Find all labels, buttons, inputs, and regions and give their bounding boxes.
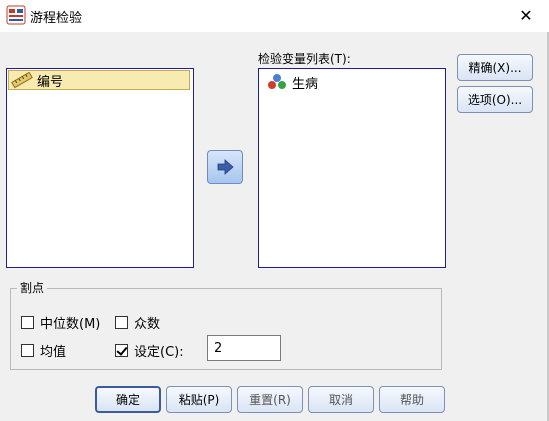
mean-option[interactable]: 均值 (21, 341, 67, 360)
nominal-balls-icon (268, 74, 286, 89)
close-button[interactable]: ✕ (503, 0, 549, 30)
close-icon: ✕ (519, 5, 533, 25)
list-item[interactable]: 编号 (8, 70, 190, 90)
title-bar: 游程检验 ✕ (0, 0, 549, 32)
mode-option[interactable]: 众数 (115, 313, 161, 332)
options-button[interactable]: 选项(O)... (457, 86, 533, 113)
exact-button[interactable]: 精确(X)... (457, 54, 533, 81)
list-item[interactable]: 生病 (264, 72, 318, 92)
ruler-scale-icon (11, 71, 33, 89)
paste-button[interactable]: 粘贴(P) (166, 386, 232, 413)
app-icon (6, 5, 26, 25)
mode-label: 众数 (134, 316, 161, 332)
median-checkbox[interactable] (21, 315, 34, 329)
list-item-label: 生病 (292, 76, 319, 92)
custom-option[interactable]: 设定(C): (115, 341, 184, 360)
cutpoint-group: 割点 中位数(M) 众数 均值 设定(C): (10, 279, 442, 370)
custom-checkbox[interactable] (115, 343, 128, 357)
move-variable-button[interactable] (207, 150, 243, 184)
help-button[interactable]: 帮助 (379, 386, 445, 413)
dialog-body: 编号 检验变量列表(T): 生病 精确(X)... 选项(O)... 割点 中位… (0, 32, 549, 421)
custom-value-input[interactable] (207, 335, 281, 361)
cancel-button[interactable]: 取消 (308, 386, 374, 413)
target-list-label: 检验变量列表(T): (258, 52, 351, 66)
custom-label: 设定(C): (134, 344, 184, 360)
mean-checkbox[interactable] (21, 343, 34, 357)
list-item-label: 编号 (37, 74, 64, 90)
window-title: 游程检验 (30, 11, 83, 26)
median-option[interactable]: 中位数(M) (21, 313, 101, 332)
arrow-right-icon (217, 159, 234, 175)
median-label: 中位数(M) (40, 316, 101, 332)
mode-checkbox[interactable] (115, 315, 128, 329)
reset-button[interactable]: 重置(R) (237, 386, 303, 413)
source-variable-list[interactable]: 编号 (6, 68, 194, 268)
test-variable-list[interactable]: 生病 (258, 68, 446, 268)
ok-button[interactable]: 确定 (95, 386, 161, 413)
mean-label: 均值 (40, 344, 67, 360)
cutpoint-group-title: 割点 (17, 279, 48, 296)
